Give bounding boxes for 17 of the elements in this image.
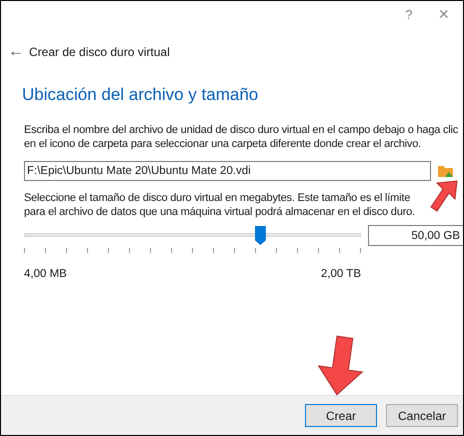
size-slider[interactable] <box>24 225 361 245</box>
size-description: Seleccione el tamaño de disco duro virtual en megabytes. Este tamaño es el límite para el archivo de datos que una máquina virtual podrá almacenar en el disco duro. <box>24 191 416 219</box>
close-button[interactable]: × <box>438 5 449 23</box>
location-description: Escriba el nombre del archivo de unidad de disco duro virtual en el campo debajo o haga clic en el icono de carpeta para seleccionar una carpeta diferente donde crear el archivo. <box>24 123 460 151</box>
help-button[interactable]: ? <box>405 5 412 21</box>
back-button[interactable]: ← <box>3 44 29 60</box>
max-size-label: 2,00 TB <box>320 267 361 282</box>
section-title: Ubicación del archivo y tamaño <box>22 85 258 104</box>
pointer-arrow <box>429 179 459 213</box>
folder-icon[interactable] <box>437 163 455 179</box>
min-size-label: 4,00 MB <box>24 267 67 282</box>
wizard-title: Crear de disco duro virtual <box>29 44 170 61</box>
slider-thumb[interactable] <box>254 226 266 245</box>
cancel-button[interactable]: Cancelar <box>386 404 458 427</box>
file-path-field[interactable]: F:\Epic\Ubuntu Mate 20\Ubuntu Mate 20.vdi <box>24 161 432 181</box>
size-field[interactable]: 50,00 GB <box>368 225 463 246</box>
create-button[interactable]: Crear <box>305 404 377 427</box>
